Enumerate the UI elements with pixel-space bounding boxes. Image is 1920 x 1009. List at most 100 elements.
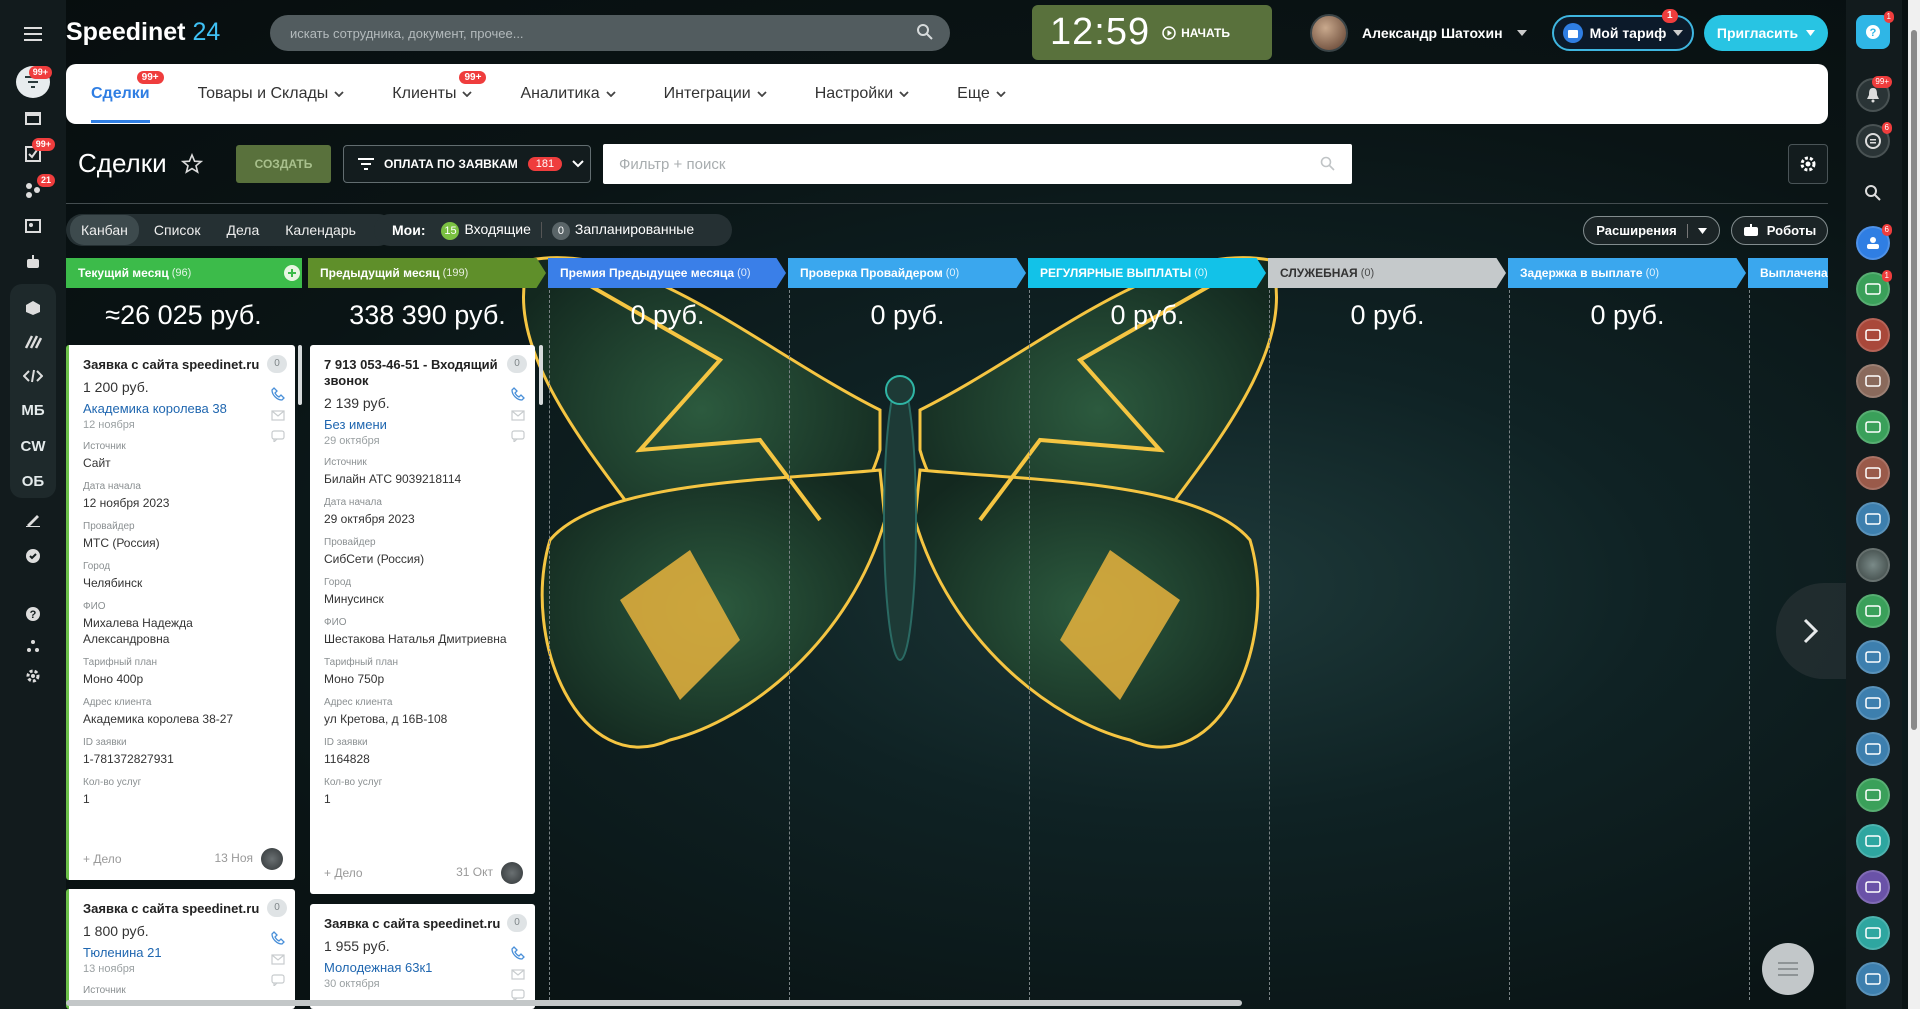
chat-channel-icon[interactable]: 1 [1856, 270, 1892, 306]
phone-icon[interactable] [271, 387, 285, 401]
stage-service[interactable]: СЛУЖЕБНАЯ (0) [1268, 258, 1506, 288]
nav-integrations[interactable]: Интеграции [664, 85, 767, 103]
flow-icon[interactable]: 21 [13, 174, 55, 206]
stage-paid[interactable]: Выплачена [1748, 258, 1828, 288]
deal-card[interactable]: Заявка с сайта speedinet.ru 0 1 800 руб.… [66, 889, 295, 1009]
mail-icon[interactable] [511, 969, 525, 980]
deal-card[interactable]: 7 913 053-46-51 - Входящий звонок 0 2 13… [310, 345, 535, 894]
help-icon[interactable]: ? 1 [1856, 11, 1894, 49]
search-icon[interactable] [1856, 176, 1890, 210]
bell-icon[interactable]: 99+ [1856, 76, 1892, 112]
mail-icon[interactable] [271, 954, 285, 965]
deal-title[interactable]: Заявка с сайта speedinet.ru [324, 916, 521, 932]
phone-icon[interactable] [511, 946, 525, 960]
mine-planned[interactable]: 0 Запланированные [551, 221, 694, 240]
deal-title[interactable]: Заявка с сайта speedinet.ru [83, 901, 281, 917]
view-kanban[interactable]: Канбан [70, 215, 139, 245]
add-activity-button[interactable]: + Дело [83, 852, 122, 866]
chat-icon[interactable] [271, 974, 285, 986]
filter-search-input[interactable]: Фильтр + поиск [603, 144, 1352, 184]
phone-icon[interactable] [271, 931, 285, 945]
view-list[interactable]: Список [143, 215, 212, 245]
slashes-icon[interactable] [13, 326, 53, 358]
signature-icon[interactable] [13, 504, 53, 536]
deal-client-link[interactable]: Тюленина 21 [83, 945, 281, 960]
chat-channel-icon[interactable] [1856, 364, 1890, 398]
structure-icon[interactable] [13, 630, 53, 662]
help-icon[interactable]: ? [13, 598, 53, 630]
page-scrollbar[interactable] [1908, 0, 1920, 1009]
view-activities[interactable]: Дела [215, 215, 270, 245]
robots-button[interactable]: Роботы [1731, 216, 1828, 245]
kanban-settings-button[interactable] [1788, 144, 1828, 184]
chat-channel-icon[interactable] [1856, 916, 1890, 950]
nav-clients[interactable]: Клиенты 99+ [392, 71, 487, 103]
check-circle-icon[interactable] [13, 540, 53, 572]
group-icon[interactable]: 6 [1856, 224, 1892, 260]
filter-preset-button[interactable]: ОПЛАТА ПО ЗАЯВКАМ 181 [343, 145, 591, 183]
tasks-icon[interactable]: 99+ [13, 138, 55, 170]
nav-analytics[interactable]: Аналитика [520, 85, 616, 103]
contacts-icon[interactable] [13, 210, 53, 242]
add-stage-icon[interactable] [284, 265, 300, 281]
stage-bonus[interactable]: Премия Предыдущее месяца (0) [548, 258, 786, 288]
deal-client-link[interactable]: Молодежная 63к1 [324, 960, 521, 975]
calendar-icon[interactable] [13, 102, 53, 134]
list-fab-button[interactable] [1762, 943, 1814, 995]
create-button[interactable]: СОЗДАТЬ [236, 145, 331, 183]
stage-payout-delay[interactable]: Задержка в выплате (0) [1508, 258, 1746, 288]
chat-channel-icon[interactable] [1856, 870, 1890, 904]
star-icon[interactable] [180, 152, 203, 175]
chat-channel-icon[interactable] [1856, 824, 1890, 858]
menu-icon[interactable] [13, 18, 53, 50]
start-workday-button[interactable]: НАЧАТЬ [1162, 26, 1230, 40]
deal-client-link[interactable]: Академика королева 38 [83, 401, 281, 416]
chat-channel-icon[interactable] [1856, 778, 1890, 812]
nav-more[interactable]: Еще [957, 85, 1006, 103]
chat-channel-icon[interactable] [1856, 686, 1890, 720]
user-menu[interactable]: Александр Шатохин [1310, 14, 1527, 52]
responsible-avatar[interactable] [261, 848, 283, 870]
mail-icon[interactable] [271, 410, 285, 421]
robot-icon[interactable] [13, 246, 53, 278]
deal-card[interactable]: Заявка с сайта speedinet.ru 0 1 955 руб.… [310, 904, 535, 1009]
invite-button[interactable]: Пригласить [1704, 15, 1828, 51]
mail-icon[interactable] [511, 410, 525, 421]
nav-deals[interactable]: Сделки 99+ [91, 71, 164, 123]
code-icon[interactable] [13, 360, 53, 392]
view-calendar[interactable]: Календарь [274, 215, 367, 245]
chat-channel-icon[interactable] [1856, 318, 1890, 352]
deal-title[interactable]: Заявка с сайта speedinet.ru [83, 357, 281, 373]
app-logo[interactable]: Speedinet 24 [66, 18, 220, 47]
chat-channel-icon[interactable] [1856, 594, 1890, 628]
sidebar-item-ob[interactable]: ОБ [13, 465, 53, 497]
extensions-button[interactable]: Расширения [1583, 216, 1720, 245]
deal-client-link[interactable]: Без имени [324, 417, 521, 432]
deal-card[interactable]: Заявка с сайта speedinet.ru 0 1 200 руб.… [66, 345, 295, 880]
stage-provider-check[interactable]: Проверка Провайдером (0) [788, 258, 1026, 288]
chat-icon[interactable]: 6 [1856, 122, 1892, 158]
global-search-input[interactable]: искать сотрудника, документ, прочее... [270, 15, 950, 51]
stage-regular-payouts[interactable]: РЕГУЛЯРНЫЕ ВЫПЛАТЫ (0) [1028, 258, 1266, 288]
chat-channel-icon[interactable] [1856, 640, 1890, 674]
deal-title[interactable]: 7 913 053-46-51 - Входящий звонок [324, 357, 521, 389]
chat-channel-icon[interactable] [1856, 732, 1890, 766]
sidebar-item-mb[interactable]: МБ [13, 394, 53, 426]
chat-channel-icon[interactable] [1856, 962, 1890, 996]
nav-settings[interactable]: Настройки [815, 85, 909, 103]
avatar[interactable] [1856, 548, 1890, 582]
chat-channel-icon[interactable] [1856, 410, 1890, 444]
stage-previous-month[interactable]: Предыдущий месяц (199) [308, 258, 546, 288]
my-plan-button[interactable]: Мой тариф 1 [1552, 9, 1694, 51]
scrollbar-thumb[interactable] [1911, 30, 1917, 730]
chat-icon[interactable] [511, 430, 525, 442]
settings-icon[interactable] [13, 660, 53, 692]
work-day-clock[interactable]: 12:59 НАЧАТЬ [1032, 5, 1272, 60]
nav-products[interactable]: Товары и Склады [198, 85, 345, 103]
filter-icon[interactable]: 99+ [16, 66, 52, 98]
chat-channel-icon[interactable] [1856, 502, 1890, 536]
responsible-avatar[interactable] [501, 862, 523, 884]
column-scrollbar[interactable] [298, 345, 302, 405]
column-scrollbar[interactable] [539, 345, 543, 405]
horizontal-scrollbar[interactable] [66, 1000, 1242, 1006]
